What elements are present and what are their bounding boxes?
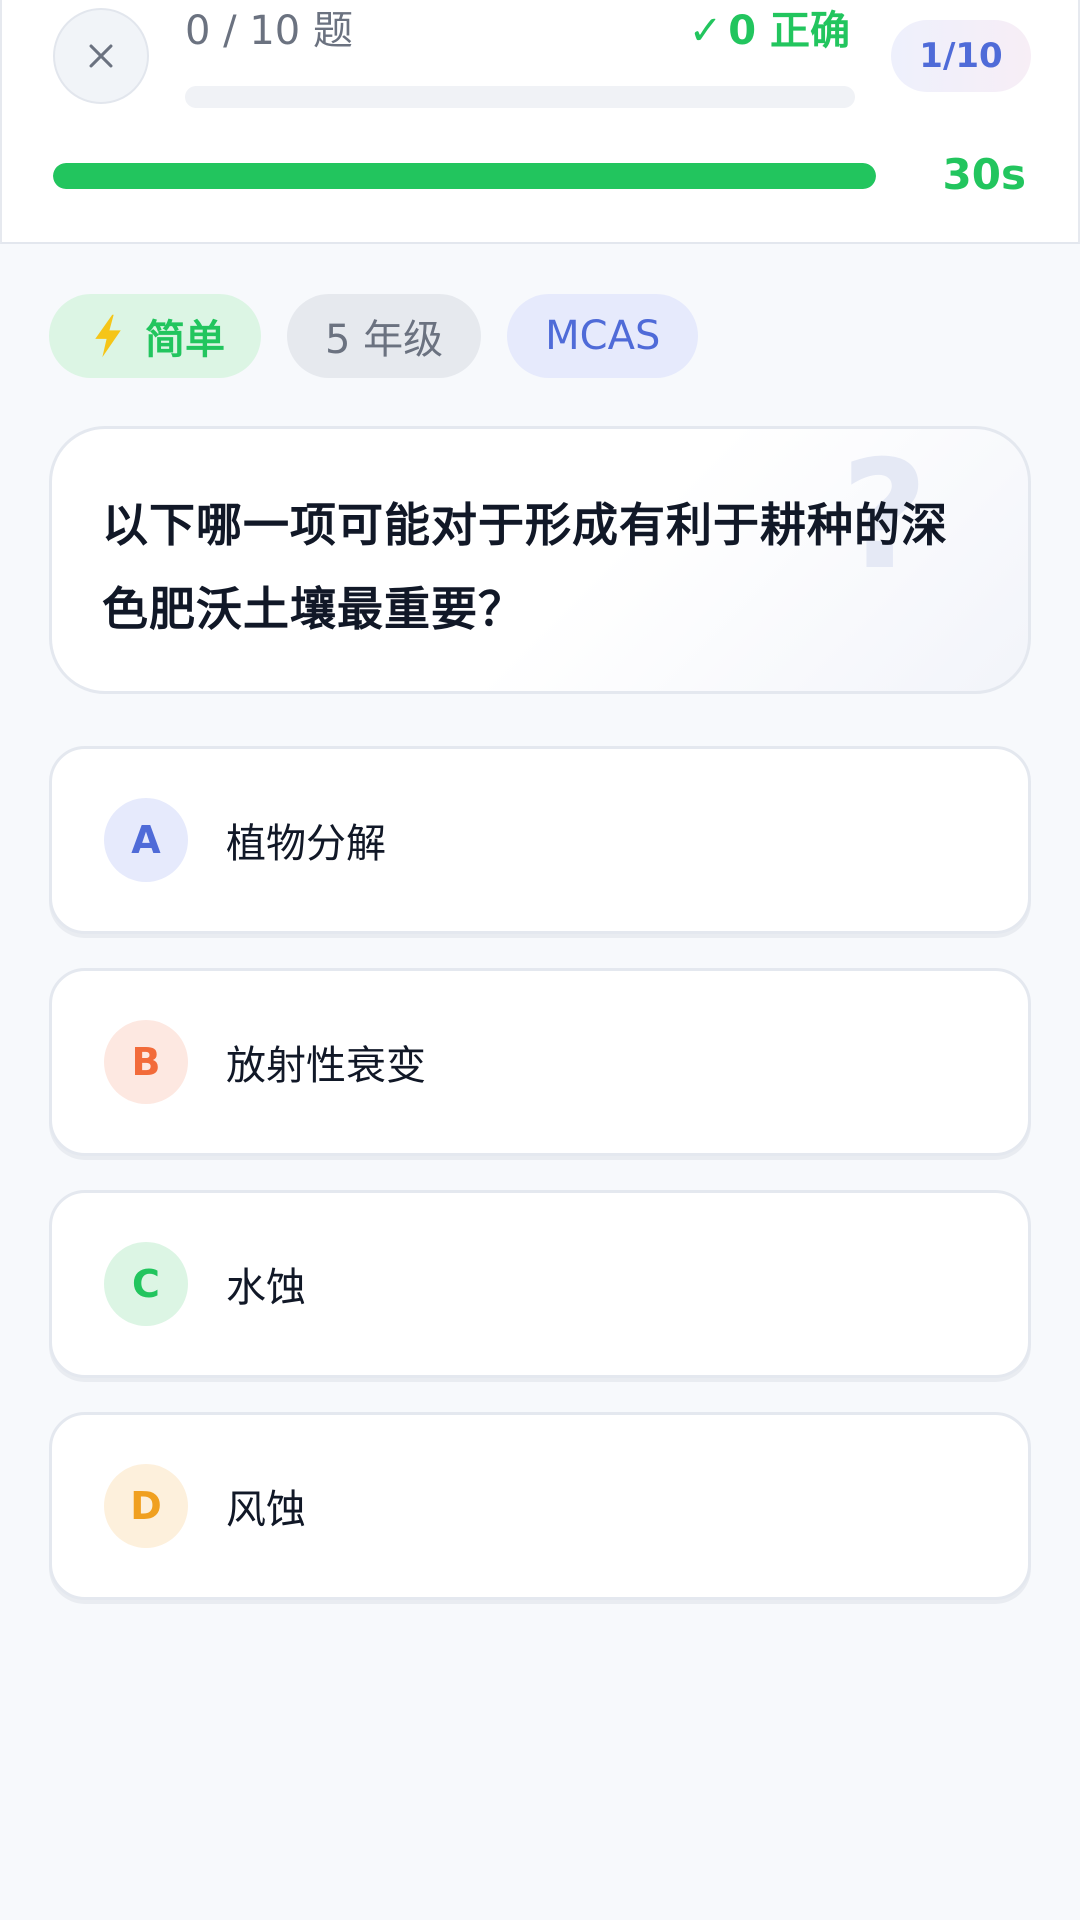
question-tags: 简单 5 年级 MCAS <box>49 294 699 378</box>
option-letter-b: B <box>104 1020 188 1104</box>
option-c[interactable]: C 水蚀 <box>49 1190 1031 1378</box>
close-icon <box>89 44 113 68</box>
difficulty-label: 简单 <box>145 317 225 363</box>
option-text-b: 放射性衰变 <box>226 1043 426 1089</box>
lightning-icon <box>91 313 125 359</box>
option-letter-c: C <box>104 1242 188 1326</box>
check-icon: ✓ <box>688 8 723 54</box>
answered-progress-bar <box>185 86 855 108</box>
option-d[interactable]: D 风蚀 <box>49 1412 1031 1600</box>
answered-count: 0 / 10 题 <box>185 8 353 54</box>
option-a[interactable]: A 植物分解 <box>49 746 1031 934</box>
timer-bar-fill <box>53 163 876 189</box>
close-button[interactable] <box>53 8 149 104</box>
top-bar: 0 / 10 题 ✓ 0 正确 1/10 30s <box>0 0 1080 244</box>
timer-bar <box>53 163 876 189</box>
correct-count: ✓ 0 正确 <box>689 6 850 56</box>
option-letter-a: A <box>104 798 188 882</box>
option-letter-d: D <box>104 1464 188 1548</box>
question-text: 以下哪一项可能对于形成有利于耕种的深色肥沃土壤最重要？ <box>102 498 948 636</box>
option-text-c: 水蚀 <box>226 1265 306 1311</box>
grade-tag: 5 年级 <box>287 294 482 378</box>
timer-label: 30s <box>942 150 1026 199</box>
source-tag: MCAS <box>507 294 699 378</box>
answer-options: A 植物分解 B 放射性衰变 C 水蚀 D 风蚀 <box>49 746 1031 1634</box>
question-number-badge: 1/10 <box>891 20 1031 92</box>
option-b[interactable]: B 放射性衰变 <box>49 968 1031 1156</box>
option-text-d: 风蚀 <box>226 1487 306 1533</box>
difficulty-tag: 简单 <box>49 294 261 378</box>
correct-count-label: 0 正确 <box>728 8 850 54</box>
question-card: ? 以下哪一项可能对于形成有利于耕种的深色肥沃土壤最重要？ <box>49 426 1031 694</box>
option-text-a: 植物分解 <box>226 821 386 867</box>
